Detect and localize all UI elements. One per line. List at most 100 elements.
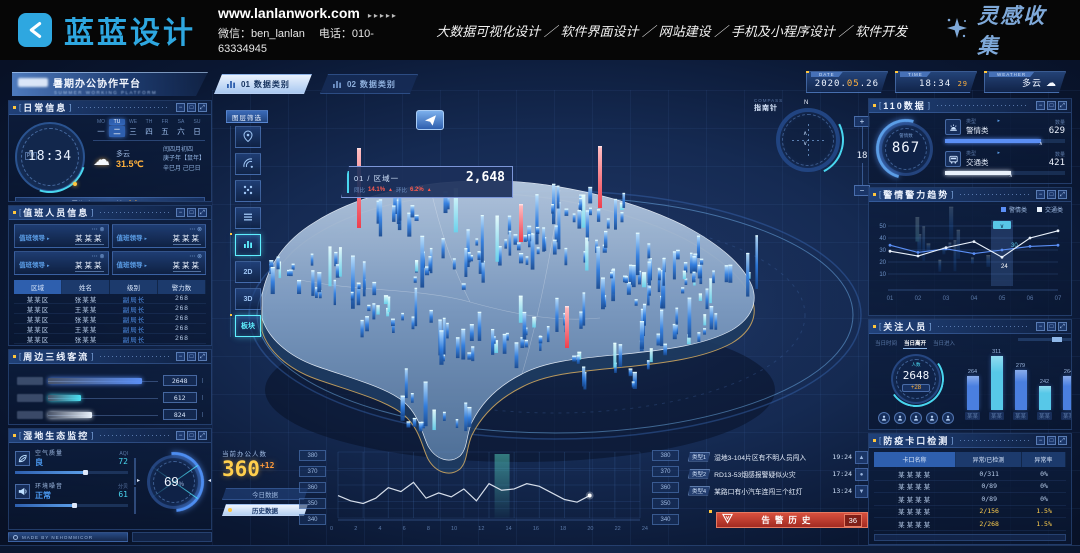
bottom-strip [0,545,1080,553]
flow-label-redacted [17,411,43,419]
alert-history-button[interactable]: 告警历史 36 [716,512,868,528]
person-category-icon[interactable] [926,412,938,424]
focus-tab[interactable]: 当日时间 [874,338,898,349]
weekday-cn[interactable]: 三 [125,126,141,137]
alert-item[interactable]: 类型1湿地3-104片区有不明人员闯入19:24 [688,450,852,463]
window-icon[interactable]: □ [1047,101,1056,110]
scroll-dot-icon[interactable]: ● [855,468,868,481]
person-category-icon[interactable] [878,412,890,424]
view-3d-button[interactable]: 3D [235,288,261,310]
alert-item[interactable]: 类型2RD13-53烟感报警疑似火灾17:24 [688,467,852,480]
duty-col-header[interactable]: 警力数 [158,280,206,294]
card-close-icon[interactable]: ⋯ ⊗ [189,253,202,260]
person-category-icon[interactable] [894,412,906,424]
navigate-button[interactable] [416,110,444,130]
datetime-info: DATE 2020.05.26 TIME 18:34 29 WEATHER 多云… [806,71,1066,93]
alerts-block: 类型1湿地3-104片区有不明人员闯入19:24 类型2RD13-53烟感报警疑似… [688,450,868,542]
scroll-down-icon[interactable]: ▼ [855,485,868,498]
eco-gauge: ▸◂ 69% [143,451,205,513]
minimize-icon[interactable]: − [1036,101,1045,110]
history-data-button[interactable]: 历史数据 [222,504,308,516]
minimize-icon[interactable]: − [1036,190,1045,199]
expand-icon[interactable]: ⤢ [198,431,207,440]
x-label: 24 [642,526,648,532]
weekday-cn[interactable]: 四 [141,126,157,137]
checkpoint-col-header[interactable]: 卡口名称 [874,452,956,467]
radar-layer-button[interactable] [235,153,261,175]
checkpoint-col-header[interactable]: 异常率 [1022,452,1066,467]
duty-leader-card[interactable]: 值班领导▸⋯ ⊗某某某 [14,251,109,275]
window-icon[interactable]: □ [187,103,196,112]
scroll-up-icon[interactable]: ▲ [855,451,868,464]
minimize-icon[interactable]: − [176,431,185,440]
card-close-icon[interactable]: ⋯ ⊗ [92,253,105,260]
expand-icon[interactable]: ⤢ [1058,101,1067,110]
tab-02[interactable]: 02数据类别 [320,74,418,94]
person-category-icon[interactable] [910,412,922,424]
focus-tab[interactable]: 当日进入 [932,338,956,349]
expand-icon[interactable]: ⤢ [198,103,207,112]
chart-layer-button[interactable] [235,234,261,256]
minimize-icon[interactable]: − [1036,322,1045,331]
minimize-icon[interactable]: − [176,208,185,217]
expand-icon[interactable]: ⤢ [198,208,207,217]
duty-col-header[interactable]: 级别 [110,280,158,294]
svg-text:03: 03 [943,296,950,302]
window-icon[interactable]: □ [187,431,196,440]
weekday-cn[interactable]: 一 [93,126,109,137]
website-link[interactable]: www.lanlanwork.com [218,5,360,21]
expand-icon[interactable]: ⤢ [1058,322,1067,331]
window-icon[interactable]: □ [187,208,196,217]
window-icon[interactable]: □ [1047,322,1056,331]
checkpoint-col-header[interactable]: 异常/已检测 [956,452,1022,467]
person-category-icon[interactable] [942,412,954,424]
duty-row: 某某区王某某副局长268 [14,324,206,334]
legend-item[interactable]: 交通类 [1037,205,1063,214]
y-label: 380 [299,450,326,461]
duty-leader-card[interactable]: 值班领导▸⋯ ⊗某某某 [112,224,207,248]
minimize-icon[interactable]: − [1036,436,1045,445]
location-layer-button[interactable] [235,126,261,148]
window-icon[interactable]: □ [1047,190,1056,199]
flow-row: 824| [17,406,203,423]
time-label: TIME [900,72,931,77]
minimize-icon[interactable]: − [176,352,185,361]
x-label: 6 [403,526,406,532]
minimize-icon[interactable]: − [176,103,185,112]
today-data-button[interactable]: 今日数据 [222,488,308,500]
list-layer-button[interactable] [235,207,261,229]
expand-icon[interactable]: ⤢ [1058,436,1067,445]
card-close-icon[interactable]: ⋯ ⊗ [189,226,202,233]
duty-leader-card[interactable]: 值班领导▸⋯ ⊗某某某 [112,251,207,275]
legend-item[interactable]: 警情类 [1001,205,1027,214]
expand-icon[interactable]: ⤢ [198,352,207,361]
cluster-layer-button[interactable] [235,180,261,202]
weekday-cn[interactable]: 二 [109,126,125,137]
leaf-icon [15,451,30,466]
view-2d-button[interactable]: 2D [235,261,261,283]
expand-icon[interactable]: ⤢ [1058,190,1067,199]
duty-leader-card[interactable]: 值班领导▸⋯ ⊗某某某 [14,224,109,248]
tab-01[interactable]: 01数据类别 [214,74,312,94]
window-icon[interactable]: □ [1047,436,1056,445]
alert-item[interactable]: 类型4某路口有小汽车连闯三个红灯13:24 [688,484,852,497]
alarm-icon [945,119,961,135]
card-close-icon[interactable]: ⋯ ⊗ [92,226,105,233]
focus-tab[interactable]: 当日离开 [903,338,927,349]
map-tooltip: 01 / 区域一2,648 同比14.1%▲ 环比6.2%▲ [341,166,513,198]
weekday-cn[interactable]: 六 [173,126,189,137]
svg-text:24: 24 [1001,264,1008,270]
duty-col-header[interactable]: 姓名 [62,280,110,294]
date-label: DATE [811,72,843,77]
window-icon[interactable]: □ [187,352,196,361]
panel-checkpoint: [防疫卡口检测] −□⤢ 卡口名称异常/已检测异常率 某某某某0/3110%某某… [868,433,1072,545]
district-layer-button[interactable]: 板块 [235,315,261,337]
layer-buttons: 2D 3D 板块 [230,126,268,337]
weekday-cn[interactable]: 五 [157,126,173,137]
duty-col-header[interactable]: 区域 [14,280,62,294]
panel-daily-info: [日常信息] −□⤢ PM 18:34 MOTUWETHFRSASU一二三四五六… [8,100,212,202]
checkpoint-row: 某某某某0/890% [874,481,1066,494]
layer-filter-title: 图层筛选 [226,110,268,123]
chart-scrollbar[interactable] [1018,338,1072,341]
weekday-cn[interactable]: 日 [189,126,205,137]
